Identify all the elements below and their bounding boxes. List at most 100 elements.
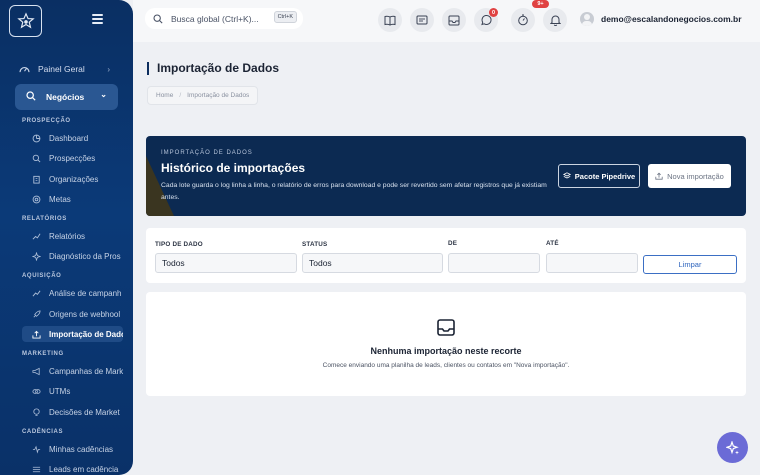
sidebar-item-label: Diagnóstico da Pros [49,251,121,261]
clear-filters-label: Limpar [678,260,702,269]
data-type-value: Todos [162,258,185,268]
breadcrumb-separator: / [179,92,182,99]
pipedrive-package-button[interactable]: Pacote Pipedrive [558,164,640,188]
search-placeholder: Busca global (Ctrl+K)... [171,13,259,24]
sidebar-item-label: Minhas cadências [49,444,114,454]
sidebar-item-label: Metas [49,194,71,204]
sidebar-item-label: Análise de campanh [49,288,122,298]
inbox-icon [448,15,460,25]
whatsapp-badge: 0 [489,8,498,17]
sidebar-item-label: Negócios [46,92,85,102]
avatar [580,12,594,26]
to-date-input[interactable] [546,253,638,273]
sidebar-item-utms[interactable]: UTMs [22,383,123,399]
sidebar-item-organizacoes[interactable]: Organizações [22,171,123,187]
search-shortcut-kbd: Ctrl+K [273,11,297,23]
sidebar: Painel Geral › Negócios ⌄ PROSPECÇÃO Das… [0,0,133,475]
sidebar-item-importacao-dados[interactable]: Importação de Dado [22,326,123,342]
banner-description: Cada lote guarda o log linha a linha, o … [161,182,547,201]
sidebar-item-label: Origens de webhool [49,309,121,319]
sparkle-icon [32,251,42,261]
sidebar-item-diagnostico[interactable]: Diagnóstico da Pros [22,248,123,264]
sidebar-item-label: Campanhas de Mark [49,366,123,376]
to-date-label: ATÉ [546,240,559,247]
sparkle-icon [725,440,739,454]
global-search[interactable]: Busca global (Ctrl+K)... Ctrl+K [145,8,303,29]
empty-state-title: Nenhuma importação neste recorte [370,346,522,356]
sidebar-section-relatorios: RELATÓRIOS [22,216,67,222]
banner-title: Histórico de importações [161,161,306,175]
banner-kicker: IMPORTAÇÃO DE DADOS [161,150,253,156]
sidebar-item-relatorios[interactable]: Relatórios [22,228,123,244]
megaphone-icon [32,367,42,376]
status-select[interactable]: Todos [302,253,443,273]
activity-icon [32,445,42,454]
upload-icon [32,330,42,339]
star-logo-icon [16,12,35,29]
upload-icon [655,172,663,180]
rocket-icon [32,309,42,319]
sidebar-item-decisoes-marketing[interactable]: Decisões de Market [22,404,123,420]
sidebar-section-prospeccao: PROSPECÇÃO [22,118,71,124]
logo[interactable] [9,5,42,37]
chevron-down-icon: ⌄ [100,89,107,99]
sidebar-section-cadencias: CADÊNCIAS [22,429,64,435]
sidebar-item-origens-webhook[interactable]: Origens de webhool [22,306,123,322]
sidebar-item-analise-campanha[interactable]: Análise de campanh [22,285,123,301]
id-card-button[interactable] [410,8,434,32]
id-card-icon [416,15,428,25]
search-icon [153,13,163,24]
assistant-fab[interactable] [717,432,748,463]
menu-toggle-icon[interactable] [92,14,103,24]
empty-state-description: Comece enviando uma planilha de leads, c… [322,362,570,369]
breadcrumb-home[interactable]: Home [156,92,173,99]
book-button[interactable] [378,8,402,32]
sidebar-item-metas[interactable]: Metas [22,191,123,207]
sidebar-item-label: Importação de Dado [49,329,123,339]
sidebar-item-minhas-cadencias[interactable]: Minhas cadências [22,441,123,457]
sidebar-item-label: Leads em cadência [49,464,119,474]
inbox-icon [437,319,455,336]
search-icon [32,154,42,163]
lightbulb-icon [32,407,42,417]
timer-button[interactable] [511,8,535,32]
from-date-input[interactable] [448,253,540,273]
building-icon [32,175,42,184]
sidebar-item-label: Prospecções [49,153,96,163]
sidebar-item-label: Organizações [49,174,99,184]
line-chart-icon [32,232,42,241]
pipedrive-package-label: Pacote Pipedrive [574,171,636,181]
page-title: Importação de Dados [147,62,279,75]
clear-filters-button[interactable]: Limpar [643,255,737,274]
sidebar-section-marketing: MARKETING [22,351,64,357]
data-type-select[interactable]: Todos [155,253,297,273]
status-label: STATUS [302,241,328,248]
sidebar-item-label: Painel Geral [38,64,85,74]
sidebar-item-prospeccoes[interactable]: Prospecções [22,150,123,166]
chevron-right-icon: › [107,64,110,74]
breadcrumb-current: Importação de Dados [187,92,250,99]
bell-icon [549,15,561,26]
status-value: Todos [309,258,332,268]
trend-icon [32,289,42,298]
book-icon [384,15,396,26]
sidebar-item-painel-geral[interactable]: Painel Geral › [14,59,118,79]
sidebar-item-campanhas-marketing[interactable]: Campanhas de Mark [22,363,123,379]
sidebar-item-leads-cadencia[interactable]: Leads em cadência [22,461,123,475]
sidebar-item-negocios[interactable]: Negócios ⌄ [15,84,118,110]
layers-icon [562,172,571,179]
user-menu[interactable]: demo@escalandonegocios.com.br [580,12,742,26]
sidebar-item-dashboard[interactable]: Dashboard [22,130,123,146]
notifications-button[interactable] [543,8,567,32]
inbox-button[interactable] [442,8,466,32]
sidebar-item-label: Relatórios [49,231,86,241]
new-import-button[interactable]: Nova importação [648,164,731,188]
sidebar-item-label: Decisões de Market [49,407,120,417]
sidebar-item-label: UTMs [49,386,71,396]
gauge-icon [19,64,31,75]
data-type-label: TIPO DE DADO [155,241,203,248]
breadcrumb: Home / Importação de Dados [147,86,259,105]
sidebar-section-aquisicao: AQUISIÇÃO [22,273,62,279]
notifications-badge: 9+ [532,0,549,8]
empty-state: Nenhuma importação neste recorte Comece … [146,292,746,396]
